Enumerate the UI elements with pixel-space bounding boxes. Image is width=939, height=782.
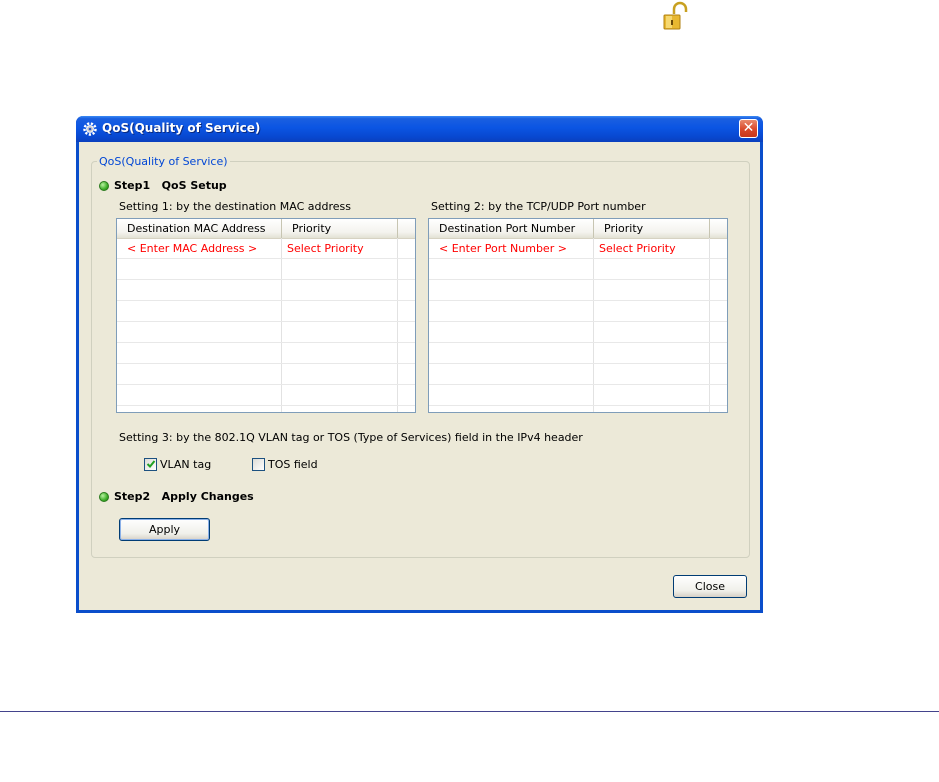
setting2-label: Setting 2: by the TCP/UDP Port number (431, 200, 646, 213)
column-header-priority[interactable]: Priority (594, 219, 710, 238)
dialog-title: QoS(Quality of Service) (102, 121, 261, 135)
setting1-label: Setting 1: by the destination MAC addres… (119, 200, 351, 213)
vlan-tag-label[interactable]: VLAN tag (160, 458, 211, 471)
qos-dialog: QoS(Quality of Service) ✕ QoS(Quality of… (76, 116, 763, 613)
table-row[interactable] (117, 385, 415, 406)
mac-address-table[interactable]: Destination MAC Address Priority < Enter… (116, 218, 416, 413)
column-header-priority[interactable]: Priority (282, 219, 398, 238)
table-row[interactable] (429, 301, 727, 322)
tos-field-label[interactable]: TOS field (268, 458, 318, 471)
unlocked-padlock-icon (654, 0, 694, 34)
priority-cell[interactable]: Select Priority (287, 238, 364, 259)
table-header: Destination Port Number Priority (429, 219, 727, 239)
group-legend: QoS(Quality of Service) (97, 155, 230, 168)
priority-cell[interactable]: Select Priority (599, 238, 676, 259)
step1-title: Step1 QoS Setup (114, 179, 227, 192)
table-row[interactable] (117, 322, 415, 343)
table-row[interactable] (117, 301, 415, 322)
mac-address-cell[interactable]: < Enter MAC Address > (127, 238, 257, 259)
table-row[interactable] (429, 259, 727, 280)
table-row[interactable]: < Enter Port Number > Select Priority (429, 238, 727, 259)
step2-title: Step2 Apply Changes (114, 490, 254, 503)
table-row[interactable] (429, 343, 727, 364)
table-row[interactable] (429, 322, 727, 343)
dialog-title-bar[interactable]: QoS(Quality of Service) ✕ (76, 116, 763, 142)
table-row[interactable] (117, 343, 415, 364)
close-button[interactable]: Close (673, 575, 747, 598)
table-row[interactable] (117, 364, 415, 385)
vlan-tag-checkbox[interactable] (144, 458, 157, 471)
column-header-destination-mac[interactable]: Destination MAC Address (117, 219, 282, 238)
port-number-cell[interactable]: < Enter Port Number > (439, 238, 567, 259)
table-row[interactable] (117, 280, 415, 301)
green-dot-icon (99, 492, 109, 502)
port-number-table[interactable]: Destination Port Number Priority < Enter… (428, 218, 728, 413)
table-header: Destination MAC Address Priority (117, 219, 415, 239)
title-close-button[interactable]: ✕ (739, 119, 758, 138)
table-row[interactable] (429, 364, 727, 385)
qos-group-box: QoS(Quality of Service) Step1 QoS Setup … (91, 155, 750, 558)
apply-button[interactable]: Apply (119, 518, 210, 541)
gear-icon (82, 121, 98, 137)
green-dot-icon (99, 181, 109, 191)
checkmark-icon (146, 460, 156, 468)
table-row[interactable] (429, 385, 727, 406)
table-row[interactable]: < Enter MAC Address > Select Priority (117, 238, 415, 259)
setting3-label: Setting 3: by the 802.1Q VLAN tag or TOS… (119, 431, 583, 444)
tos-field-checkbox[interactable] (252, 458, 265, 471)
column-header-destination-port[interactable]: Destination Port Number (429, 219, 594, 238)
table-row[interactable] (117, 259, 415, 280)
page-divider (0, 711, 939, 712)
table-row[interactable] (429, 280, 727, 301)
